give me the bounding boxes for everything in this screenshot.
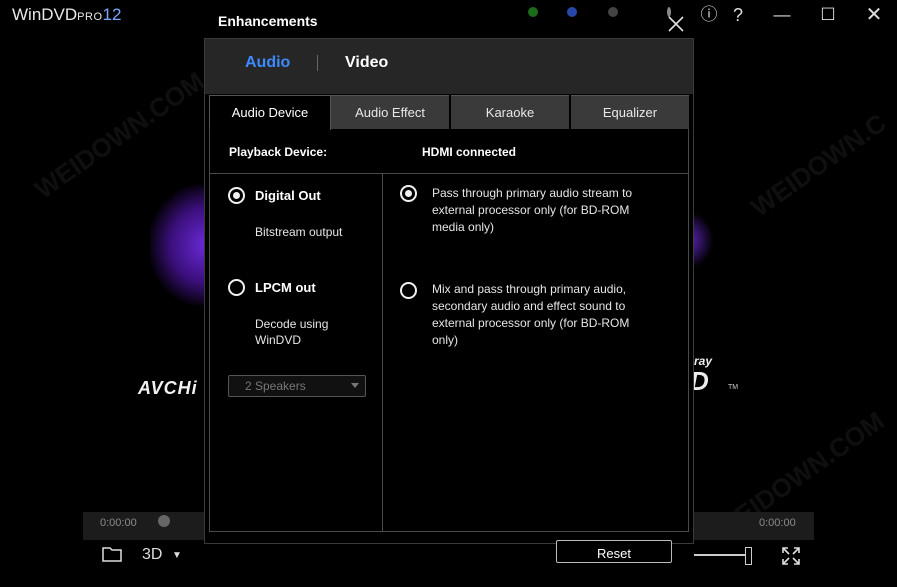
minimize-icon[interactable]: —: [771, 4, 793, 26]
lpcm-out-desc: WinDVD: [255, 333, 302, 347]
volume-handle[interactable]: [745, 547, 752, 565]
close-window-icon[interactable]: ✕: [863, 4, 885, 26]
category-bar: Audio Video: [205, 39, 693, 94]
app-brand: WinDVD: [12, 5, 78, 24]
tab-audio[interactable]: Audio: [245, 54, 290, 72]
mix-pass-through-line: secondary audio and effect sound to: [432, 299, 626, 313]
mix-pass-through-line: Mix and pass through primary audio,: [432, 282, 627, 296]
mix-pass-through-label[interactable]: Mix and pass through primary audio, seco…: [432, 281, 672, 349]
bluray-logo-tm: TM: [728, 384, 739, 391]
3d-button[interactable]: 3D: [142, 546, 162, 564]
enhancements-dialog: Audio Video Audio Device Audio Effect Ka…: [204, 38, 694, 544]
bluray-logo: -ray D TM: [690, 354, 740, 396]
audio-device-panel: Playback Device: HDMI connected Digital …: [209, 129, 689, 532]
digital-out-label[interactable]: Digital Out: [255, 188, 321, 203]
toolbar-dot-icon[interactable]: [608, 7, 618, 17]
elapsed-time: 0:00:00: [100, 517, 137, 529]
tab-audio-device[interactable]: Audio Device: [209, 95, 331, 130]
speakers-value: 2 Speakers: [245, 379, 306, 393]
folder-icon[interactable]: [102, 546, 122, 562]
total-time: 0:00:00: [759, 517, 796, 529]
fullscreen-icon[interactable]: [782, 547, 800, 565]
pass-through-line: external processor only (for BD-ROM: [432, 203, 630, 217]
pass-through-line: Pass through primary audio stream to: [432, 186, 633, 200]
mix-pass-through-radio[interactable]: [400, 282, 417, 299]
volume-slider[interactable]: [694, 554, 748, 556]
mix-pass-through-line: external processor only (for BD-ROM: [432, 316, 630, 330]
toolbar-dot-icon[interactable]: [528, 7, 538, 17]
avchd-logo: AVCHi: [138, 378, 198, 398]
tab-video[interactable]: Video: [345, 54, 388, 72]
lpcm-out-desc: Decode using: [255, 317, 329, 331]
playback-device-value: HDMI connected: [422, 145, 517, 159]
mix-pass-through-line: only): [432, 333, 459, 347]
tab-equalizer[interactable]: Equalizer: [571, 95, 689, 129]
chevron-down-icon: [351, 383, 359, 388]
toolbar-dot-icon[interactable]: [567, 7, 577, 17]
divider: [382, 174, 383, 531]
reset-button[interactable]: Reset: [556, 540, 672, 563]
app-title: WinDVDPRO12: [12, 5, 121, 25]
tab-audio-effect[interactable]: Audio Effect: [331, 95, 449, 129]
playback-device-label: Playback Device:: [229, 145, 328, 159]
dialog-title: Enhancements: [218, 13, 318, 29]
maximize-icon[interactable]: ☐: [817, 4, 839, 26]
tab-karaoke[interactable]: Karaoke: [451, 95, 569, 129]
app-edition: PRO: [77, 11, 103, 23]
lpcm-out-radio[interactable]: [228, 279, 245, 296]
app-version: 12: [102, 5, 122, 24]
pass-through-line: media only): [432, 220, 495, 234]
seek-handle[interactable]: [158, 515, 170, 527]
digital-out-radio[interactable]: [228, 187, 245, 204]
pass-through-label[interactable]: Pass through primary audio stream to ext…: [432, 185, 672, 236]
chevron-down-icon[interactable]: ▼: [172, 550, 182, 561]
tab-divider: [317, 55, 318, 71]
watermark: WEIDOWN.C: [745, 107, 892, 223]
pass-through-radio[interactable]: [400, 185, 417, 202]
audio-tabs: Audio Device Audio Effect Karaoke Equali…: [209, 95, 689, 130]
info-icon[interactable]: ⓘ: [698, 4, 720, 26]
lpcm-out-label[interactable]: LPCM out: [255, 280, 316, 295]
digital-out-desc: Bitstream output: [255, 225, 343, 239]
close-icon[interactable]: [664, 12, 688, 36]
speakers-select[interactable]: 2 Speakers: [228, 375, 366, 397]
help-icon[interactable]: ?: [727, 4, 749, 26]
divider: [210, 173, 688, 174]
